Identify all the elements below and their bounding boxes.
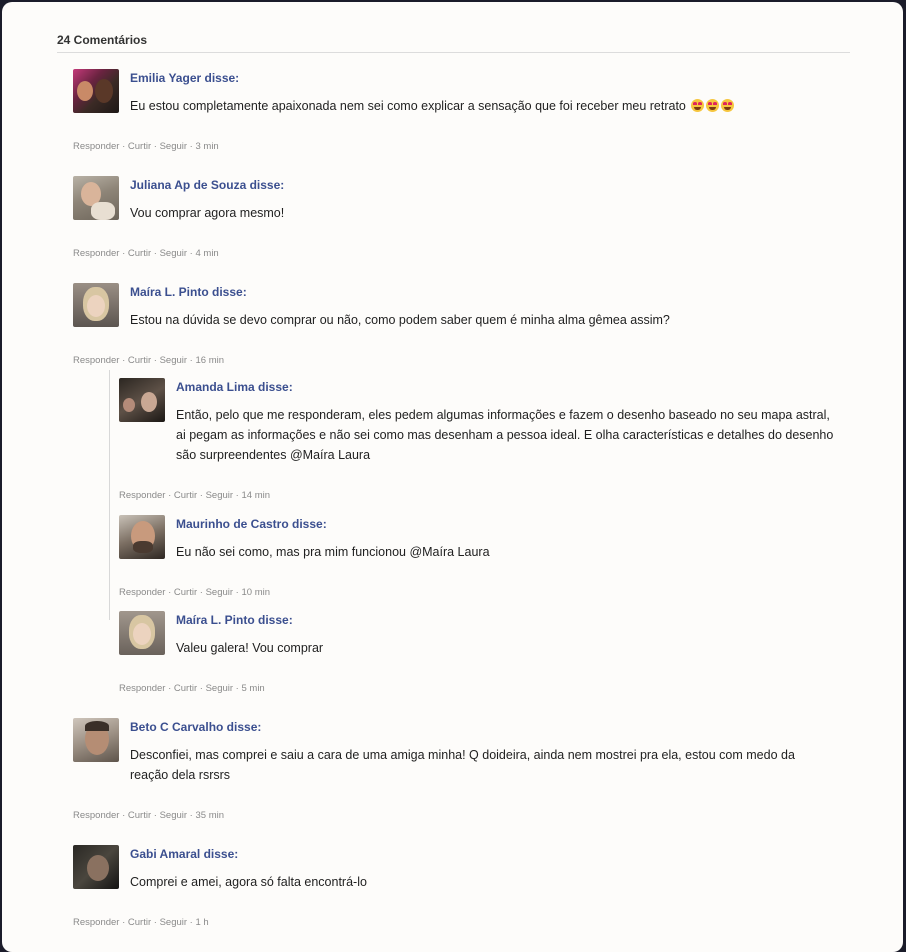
comment-count: 24 Comentários xyxy=(57,33,148,47)
comment-text: Estou na dúvida se devo comprar ou não, … xyxy=(130,313,670,327)
comment-actions[interactable]: Responder · Curtir · Seguir · 1 h xyxy=(73,917,209,928)
comment-actions[interactable]: Responder · Curtir · Seguir · 10 min xyxy=(119,587,270,598)
avatar[interactable] xyxy=(73,718,119,762)
comment-text: Comprei e amei, agora só falta encontrá-… xyxy=(130,875,367,889)
avatar[interactable] xyxy=(119,515,165,559)
comment-actions[interactable]: Responder · Curtir · Seguir · 16 min xyxy=(73,355,224,366)
comment-text: Eu não sei como, mas pra mim funcionou @… xyxy=(176,545,490,559)
avatar[interactable] xyxy=(73,176,119,220)
comment-actions[interactable]: Responder · Curtir · Seguir · 14 min xyxy=(119,490,270,501)
reply-thread-line xyxy=(109,370,110,620)
heart-eyes-emoji-icon xyxy=(691,99,705,112)
avatar[interactable] xyxy=(73,845,119,889)
comment-actions[interactable]: Responder · Curtir · Seguir · 3 min xyxy=(73,141,219,152)
avatar[interactable] xyxy=(119,378,165,422)
heart-eyes-emoji-icon xyxy=(706,99,720,112)
comment-author[interactable]: Emilia Yager disse: xyxy=(130,71,239,85)
comment-text: Desconfiei, mas comprei e saiu a cara de… xyxy=(130,748,795,782)
comment-actions[interactable]: Responder · Curtir · Seguir · 4 min xyxy=(73,248,219,259)
comment-author[interactable]: Maíra L. Pinto disse: xyxy=(176,613,293,627)
comment-text: Vou comprar agora mesmo! xyxy=(130,206,285,220)
comment-text: Valeu galera! Vou comprar xyxy=(176,641,324,655)
heart-eyes-emoji-icon xyxy=(721,99,735,112)
comments-panel: 24 Comentários Emilia Yager disse: Eu es… xyxy=(2,2,903,952)
comment-actions[interactable]: Responder · Curtir · Seguir · 5 min xyxy=(119,683,265,694)
comment-author[interactable]: Maurinho de Castro disse: xyxy=(176,517,327,531)
avatar[interactable] xyxy=(73,283,119,327)
avatar[interactable] xyxy=(119,611,165,655)
comment-author[interactable]: Beto C Carvalho disse: xyxy=(130,720,261,734)
comment-author[interactable]: Amanda Lima disse: xyxy=(176,380,293,394)
comment-text: Então, pelo que me responderam, eles ped… xyxy=(176,408,834,462)
comment-text: Eu estou completamente apaixonada nem se… xyxy=(130,96,810,116)
comment-author[interactable]: Maíra L. Pinto disse: xyxy=(130,285,247,299)
avatar[interactable] xyxy=(73,69,119,113)
comment-author[interactable]: Gabi Amaral disse: xyxy=(130,847,238,861)
comment-actions[interactable]: Responder · Curtir · Seguir · 35 min xyxy=(73,810,224,821)
comments-header: 24 Comentários xyxy=(57,31,850,53)
comment-author[interactable]: Juliana Ap de Souza disse: xyxy=(130,178,284,192)
